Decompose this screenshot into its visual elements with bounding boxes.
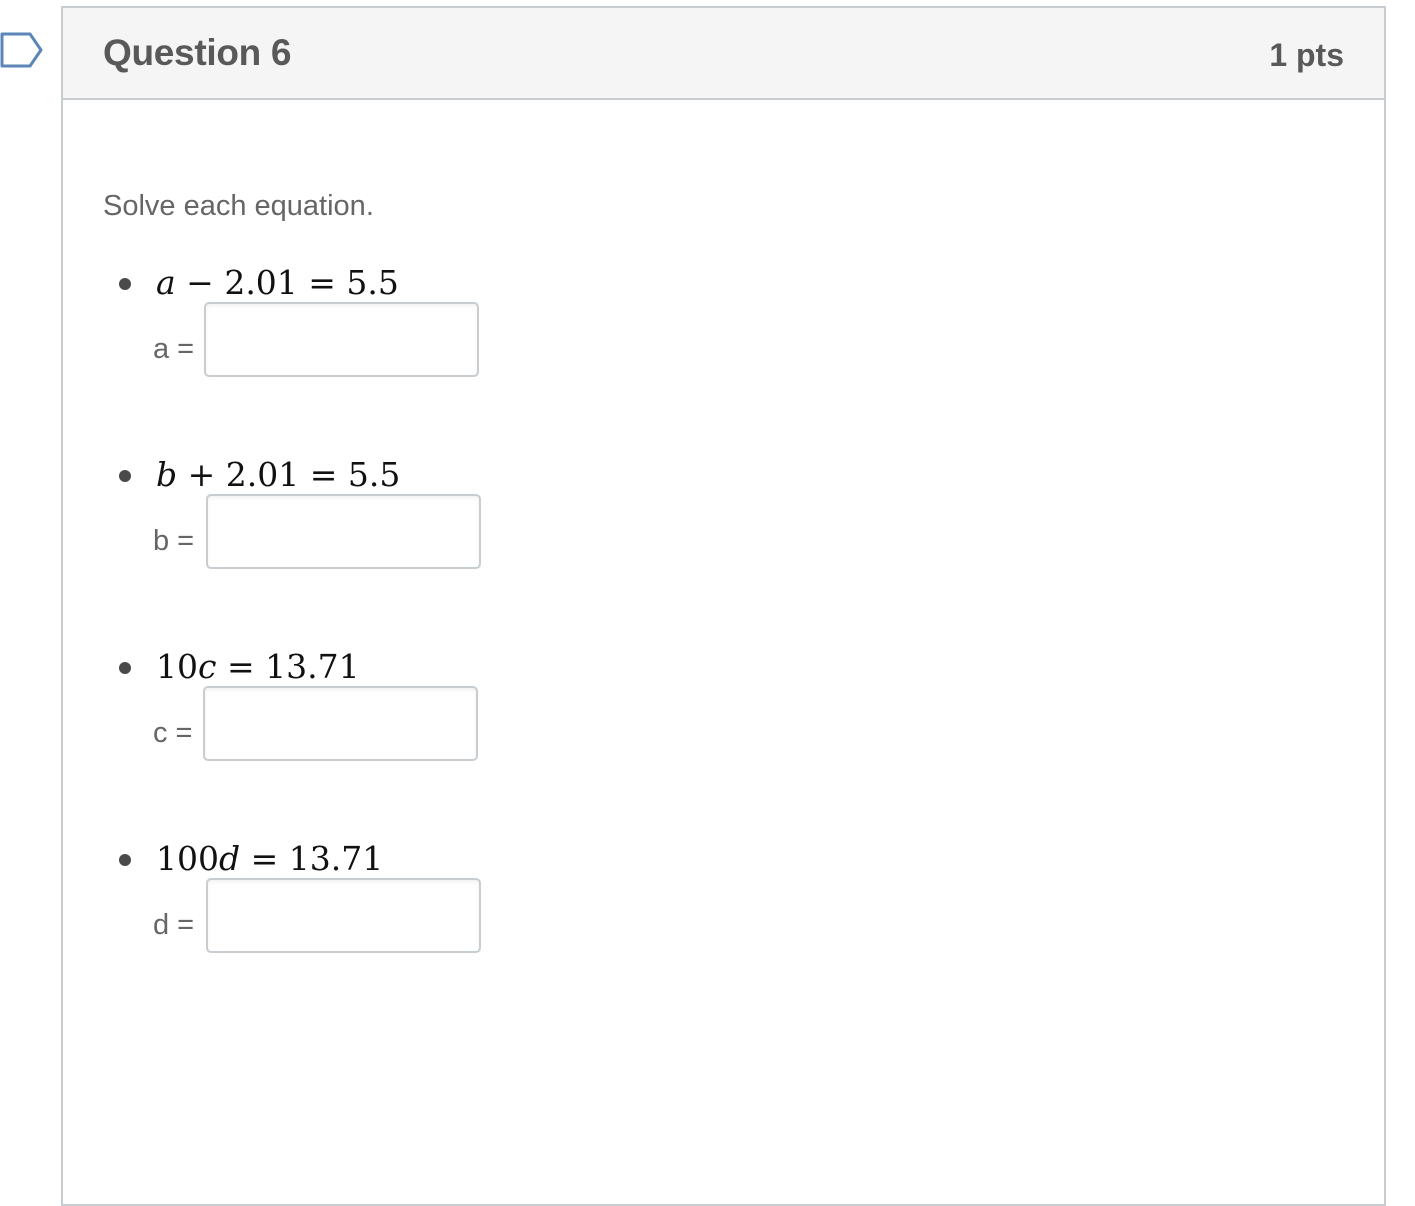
- question-card: Question 6 1 pts Solve each equation. a …: [61, 6, 1386, 1206]
- answer-input-c[interactable]: [203, 686, 478, 761]
- answer-label-c: c =: [153, 717, 193, 749]
- answer-label-d: d =: [153, 909, 195, 941]
- list-bullet: [119, 662, 131, 674]
- equation-item-d: 100d = 13.71 d =: [63, 829, 763, 969]
- equation-d: 100d = 13.71: [156, 839, 384, 878]
- list-bullet: [119, 278, 131, 290]
- question-prompt: Solve each equation.: [103, 190, 374, 222]
- question-points: 1 pts: [1269, 37, 1344, 73]
- equation-item-c: 10c = 13.71 c =: [63, 637, 763, 777]
- answer-label-a: a =: [153, 333, 195, 365]
- answer-input-a[interactable]: [204, 302, 479, 377]
- equation-item-b: b + 2.01 = 5.5 b =: [63, 445, 763, 585]
- equation-b: b + 2.01 = 5.5: [156, 455, 401, 494]
- question-title: Question 6: [103, 32, 292, 73]
- equation-item-a: a − 2.01 = 5.5 a =: [63, 253, 763, 393]
- answer-input-b[interactable]: [206, 494, 481, 569]
- list-bullet: [119, 470, 131, 482]
- question-flag-icon[interactable]: [0, 31, 44, 69]
- answer-input-d[interactable]: [206, 878, 481, 953]
- list-bullet: [119, 854, 131, 866]
- equation-c: 10c = 13.71: [156, 647, 360, 686]
- answer-label-b: b =: [153, 525, 195, 557]
- question-header: Question 6 1 pts: [63, 8, 1384, 100]
- equation-a: a − 2.01 = 5.5: [156, 263, 399, 302]
